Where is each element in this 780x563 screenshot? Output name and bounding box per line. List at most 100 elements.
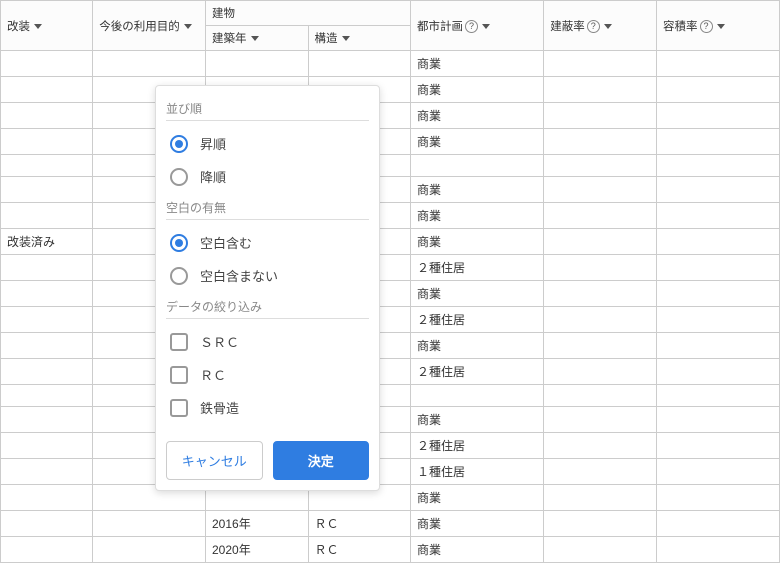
cell-yoseki [657,511,780,537]
help-icon[interactable]: ? [700,20,713,33]
table-row: 2016年ＲＣ商業 [1,511,780,537]
cell-kaiso [1,77,93,103]
header-struct[interactable]: 構造 [308,26,411,51]
cell-kaiso [1,385,93,407]
table-row: ２種住居 [1,433,780,459]
cell-plan: 商業 [411,537,544,563]
option-label: ＲＣ [200,365,226,384]
cell-kenpei [544,459,657,485]
cell-kenpei [544,177,657,203]
cell-plan: 商業 [411,407,544,433]
cell-struct: ＲＣ [308,511,411,537]
popup-scroll-area[interactable]: 並び順 昇順 降順 空白の有無 空白含む 空白含まない データの絞り込み ＳＲＣ… [156,86,379,431]
cell-kenpei [544,281,657,307]
table-row: 2020年ＲＣ商業 [1,537,780,563]
cell-kenpei [544,485,657,511]
cell-kenpei [544,511,657,537]
blank-include-option[interactable]: 空白含む [166,226,369,259]
chevron-down-icon [717,24,725,29]
option-label: 鉄骨造 [200,398,239,417]
cell-year [206,51,309,77]
header-yoseki[interactable]: 容積率? [657,1,780,51]
ok-button[interactable]: 決定 [273,441,370,480]
header-purpose[interactable]: 今後の利用目的 [93,1,206,51]
checkbox-icon [170,399,188,417]
cell-plan [411,385,544,407]
cell-plan: 商業 [411,129,544,155]
cell-kaiso [1,51,93,77]
cell-plan: 商業 [411,77,544,103]
cell-year: 2020年 [206,537,309,563]
help-icon[interactable]: ? [465,20,478,33]
filter-option-steel[interactable]: 鉄骨造 [166,391,369,424]
cell-plan: ２種住居 [411,307,544,333]
chevron-down-icon [251,36,259,41]
filter-option-wood[interactable]: 木造 [166,424,369,431]
option-label: 降順 [200,167,226,186]
cell-plan: ２種住居 [411,433,544,459]
cell-struct: ＲＣ [308,537,411,563]
option-label: 空白含む [200,233,252,252]
header-kenpei[interactable]: 建蔽率? [544,1,657,51]
cell-kaiso [1,155,93,177]
cell-struct [308,51,411,77]
table-row: 商業 [1,103,780,129]
cell-yoseki [657,177,780,203]
cell-yoseki [657,77,780,103]
sort-section-label: 並び順 [166,94,369,121]
header-kaiso[interactable]: 改装 [1,1,93,51]
cell-yoseki [657,155,780,177]
header-year[interactable]: 建築年 [206,26,309,51]
radio-icon [170,168,188,186]
cell-kaiso: 改装済み [1,229,93,255]
table-row: 商業 [1,281,780,307]
table-row [1,385,780,407]
sort-asc-option[interactable]: 昇順 [166,127,369,160]
table-row: ２種住居 [1,307,780,333]
table-row: １種住居 [1,459,780,485]
chevron-down-icon [184,24,192,29]
cell-kaiso [1,433,93,459]
blank-exclude-option[interactable]: 空白含まない [166,259,369,292]
cell-yoseki [657,229,780,255]
cell-kenpei [544,203,657,229]
table-row: 商業 [1,177,780,203]
cell-yoseki [657,103,780,129]
filter-option-rc[interactable]: ＲＣ [166,358,369,391]
cell-kenpei [544,129,657,155]
table-row: 商業 [1,485,780,511]
cell-kaiso [1,203,93,229]
cell-plan: ２種住居 [411,359,544,385]
cell-kenpei [544,359,657,385]
cell-yoseki [657,459,780,485]
cell-plan: 商業 [411,281,544,307]
cell-year: 2016年 [206,511,309,537]
cell-plan [411,155,544,177]
header-city-plan[interactable]: 都市計画? [411,1,544,51]
cell-kenpei [544,155,657,177]
help-icon[interactable]: ? [587,20,600,33]
cancel-button[interactable]: キャンセル [166,441,263,480]
sort-desc-option[interactable]: 降順 [166,160,369,193]
checkbox-icon [170,333,188,351]
cell-kaiso [1,359,93,385]
filter-option-src[interactable]: ＳＲＣ [166,325,369,358]
blank-section-label: 空白の有無 [166,193,369,220]
cell-kenpei [544,433,657,459]
cell-yoseki [657,385,780,407]
cell-plan: 商業 [411,333,544,359]
cell-kaiso [1,103,93,129]
cell-kaiso [1,307,93,333]
table-row: ２種住居 [1,255,780,281]
cell-kenpei [544,255,657,281]
chevron-down-icon [482,24,490,29]
table-row: 商業 [1,129,780,155]
cell-yoseki [657,359,780,385]
cell-kenpei [544,307,657,333]
cell-yoseki [657,485,780,511]
chevron-down-icon [604,24,612,29]
cell-purpose [93,511,206,537]
popup-actions: キャンセル 決定 [156,431,379,490]
cell-kenpei [544,77,657,103]
table-row: 改装済み商業 [1,229,780,255]
